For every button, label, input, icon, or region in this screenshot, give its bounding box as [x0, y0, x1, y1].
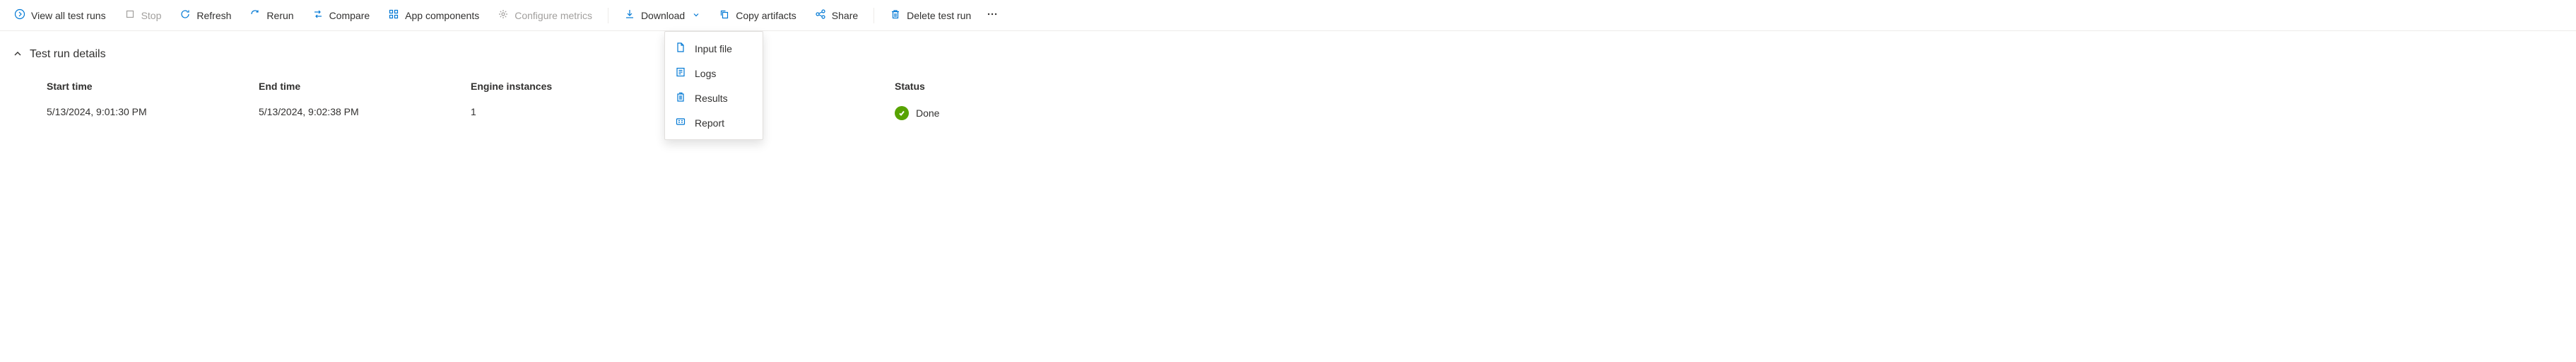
stop-button: Stop	[117, 4, 169, 27]
menu-label: Results	[695, 93, 728, 104]
compare-icon	[312, 8, 324, 22]
download-icon	[624, 8, 635, 22]
download-report-item[interactable]: Report	[665, 110, 763, 135]
download-results-item[interactable]: Results	[665, 86, 763, 110]
logs-icon	[675, 66, 686, 80]
compare-button[interactable]: Compare	[305, 4, 377, 27]
toolbar: View all test runs Stop Refresh Rerun	[0, 0, 2576, 31]
download-logs-item[interactable]: Logs	[665, 61, 763, 86]
refresh-button[interactable]: Refresh	[172, 4, 238, 27]
chevron-up-icon	[13, 49, 23, 61]
file-icon	[675, 42, 686, 55]
gear-icon	[498, 8, 509, 22]
app-components-label: App components	[405, 10, 479, 21]
trash-icon	[890, 8, 901, 22]
refresh-icon	[180, 8, 191, 22]
copy-icon	[719, 8, 730, 22]
stop-icon	[124, 8, 136, 22]
report-icon	[675, 116, 686, 129]
delete-label: Delete test run	[907, 10, 971, 21]
share-button[interactable]: Share	[808, 4, 865, 27]
details-grid: Start time End time Engine instances Sta…	[13, 81, 2563, 120]
view-all-test-runs-button[interactable]: View all test runs	[7, 4, 113, 27]
value-status: Done	[895, 106, 1107, 120]
configure-metrics-button: Configure metrics	[490, 4, 599, 27]
section-header[interactable]: Test run details	[13, 48, 2563, 61]
copy-artifacts-label: Copy artifacts	[736, 10, 796, 21]
menu-label: Input file	[695, 43, 732, 54]
download-label: Download	[641, 10, 685, 21]
menu-label: Report	[695, 117, 724, 129]
value-start-time: 5/13/2024, 9:01:30 PM	[47, 106, 259, 120]
section-title: Test run details	[30, 48, 106, 61]
arrow-right-circle-icon	[14, 8, 25, 22]
share-label: Share	[832, 10, 858, 21]
app-components-icon	[388, 8, 399, 22]
test-run-details-section: Test run details Start time End time Eng…	[0, 31, 2576, 127]
rerun-label: Rerun	[266, 10, 293, 21]
delete-test-run-button[interactable]: Delete test run	[883, 4, 978, 27]
refresh-label: Refresh	[196, 10, 231, 21]
status-text: Done	[916, 107, 939, 119]
col-header-start-time: Start time	[47, 81, 259, 92]
download-menu: Input file Logs Results Report	[664, 31, 763, 140]
col-header-engine-instances: Engine instances	[471, 81, 683, 92]
app-components-button[interactable]: App components	[381, 4, 486, 27]
more-button[interactable]	[982, 4, 1002, 27]
rerun-icon	[249, 8, 261, 22]
chevron-down-icon	[692, 10, 700, 21]
share-icon	[815, 8, 826, 22]
compare-label: Compare	[329, 10, 370, 21]
configure-metrics-label: Configure metrics	[514, 10, 592, 21]
rerun-button[interactable]: Rerun	[242, 4, 300, 27]
download-input-file-item[interactable]: Input file	[665, 36, 763, 61]
stop-label: Stop	[141, 10, 162, 21]
copy-artifacts-button[interactable]: Copy artifacts	[712, 4, 804, 27]
results-icon	[675, 91, 686, 105]
download-button[interactable]: Download	[617, 4, 707, 27]
success-check-icon	[895, 106, 909, 120]
view-all-label: View all test runs	[31, 10, 106, 21]
menu-label: Logs	[695, 68, 716, 79]
col-header-end-time: End time	[259, 81, 471, 92]
more-icon	[987, 8, 998, 22]
value-end-time: 5/13/2024, 9:02:38 PM	[259, 106, 471, 120]
col-header-status: Status	[895, 81, 1107, 92]
value-engine-instances: 1	[471, 106, 683, 120]
